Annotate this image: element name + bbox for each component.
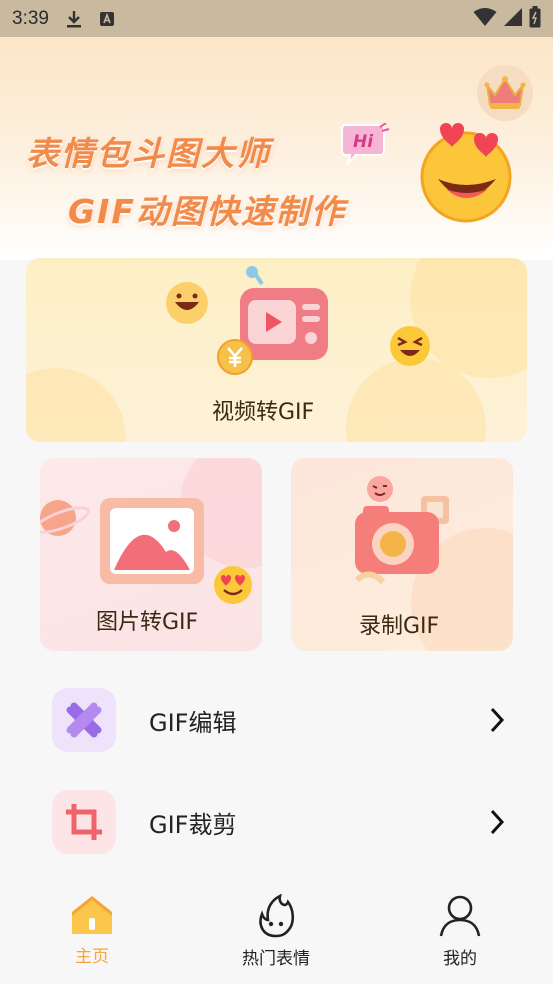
list-item-gif-crop[interactable]: GIF裁剪 <box>26 782 527 862</box>
heart-eyes-emoji-icon <box>420 123 512 223</box>
status-time: 3:39 <box>12 7 49 29</box>
status-bar: 3:39 <box>0 0 553 37</box>
nav-label-hot-emoji: 热门表情 <box>242 949 310 969</box>
battery-icon <box>529 5 541 32</box>
heart-eyes-small-emoji-icon <box>214 566 252 604</box>
list-item-label: GIF编辑 <box>149 708 237 737</box>
video-to-gif-card[interactable]: 视频转GIF <box>26 258 527 442</box>
picture-frame-icon <box>100 498 204 584</box>
yen-coin-icon <box>217 339 253 375</box>
nav-item-hot-emoji[interactable]: 热门表情 <box>216 894 336 969</box>
wifi-icon <box>473 7 497 31</box>
chevron-right-icon <box>490 707 505 733</box>
image-to-gif-label: 图片转GIF <box>96 610 199 635</box>
image-to-gif-card[interactable]: 图片转GIF <box>40 458 262 651</box>
nav-item-home[interactable]: 主页 <box>32 894 152 967</box>
nav-item-mine[interactable]: 我的 <box>400 894 520 969</box>
video-to-gif-label: 视频转GIF <box>212 400 315 425</box>
chevron-right-icon <box>490 809 505 835</box>
person-icon <box>439 895 481 937</box>
record-gif-card[interactable]: 录制GIF <box>291 458 513 651</box>
list-item-gif-edit[interactable]: GIF编辑 <box>26 680 527 760</box>
bottom-nav: 主页 热门表情 我的 <box>0 884 553 984</box>
hi-badge-text: Hi <box>353 132 374 152</box>
crown-icon <box>484 76 526 109</box>
font-icon <box>99 11 115 27</box>
scissors-icon <box>52 688 116 752</box>
laughing-emoji-icon <box>390 326 430 366</box>
smile-emoji-icon <box>166 282 208 324</box>
record-gif-label: 录制GIF <box>359 614 440 639</box>
list-item-label: GIF裁剪 <box>149 810 237 839</box>
signal-icon <box>503 7 523 31</box>
hero-title-line2: GIF动图快速制作 <box>68 192 346 231</box>
nav-label-home: 主页 <box>75 947 109 967</box>
hero-banner: 表情包斗图大师 GIF动图快速制作 Hi <box>0 37 553 260</box>
vip-crown-button[interactable] <box>477 65 533 121</box>
hi-bubble-icon: Hi <box>341 123 390 165</box>
download-icon <box>65 9 83 29</box>
fire-face-icon <box>259 894 295 938</box>
camera-icon <box>354 496 449 585</box>
nav-label-mine: 我的 <box>443 949 477 969</box>
home-icon <box>72 896 112 934</box>
crop-icon <box>52 790 116 854</box>
planet-icon <box>40 500 90 536</box>
hero-title-line1: 表情包斗图大师 <box>26 134 271 173</box>
